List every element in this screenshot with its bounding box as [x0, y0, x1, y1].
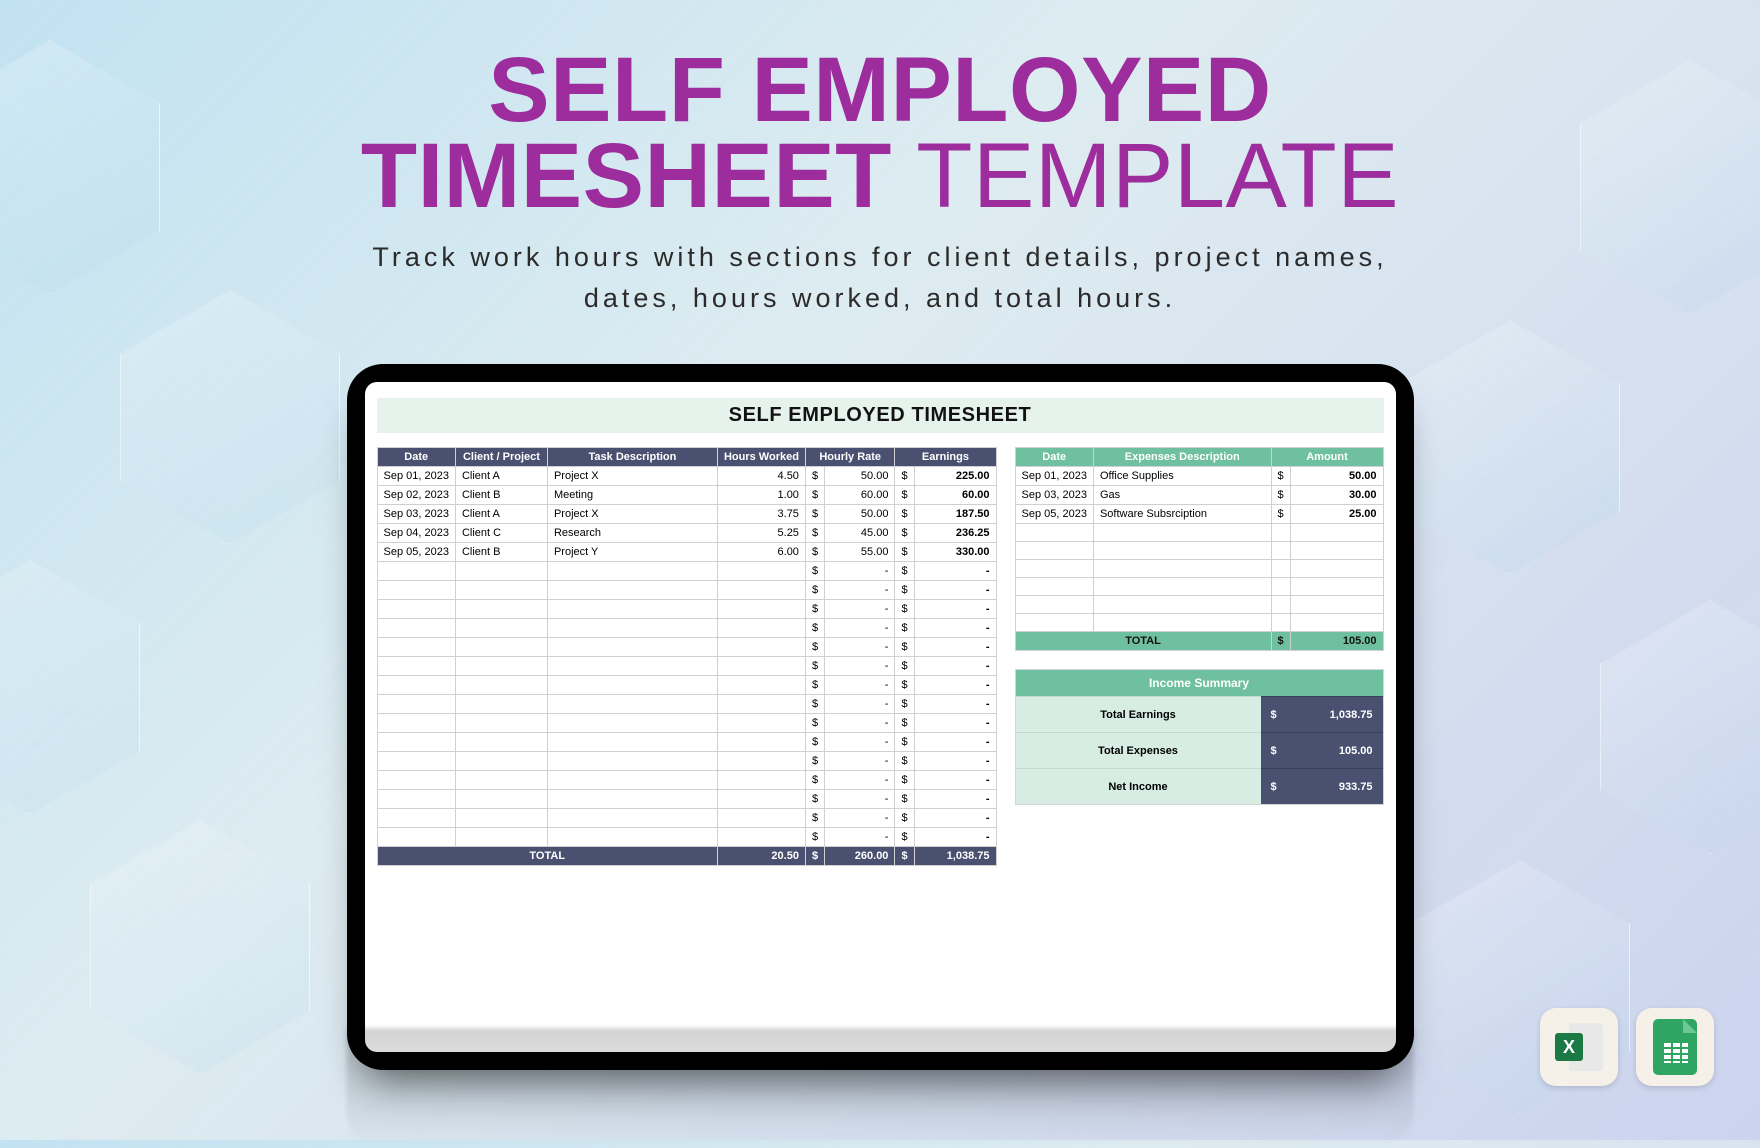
total-label: TOTAL — [377, 847, 717, 866]
table-row: $-$- — [377, 562, 996, 581]
col-hours: Hours Worked — [717, 448, 805, 467]
exp-total-label: TOTAL — [1015, 632, 1271, 651]
table-row: $-$- — [377, 733, 996, 752]
col-rate: Hourly Rate — [805, 448, 895, 467]
timesheet-total-row: TOTAL 20.50 $ 260.00 $ 1,038.75 — [377, 847, 996, 866]
total-earnings: 1,038.75 — [914, 847, 996, 866]
table-row: Sep 03, 2023Client AProject X3.75$50.00$… — [377, 505, 996, 524]
col-task: Task Description — [547, 448, 717, 467]
page-subtitle: Track work hours with sections for clien… — [0, 237, 1760, 318]
exp-total-value: 105.00 — [1290, 632, 1383, 651]
col-date: Date — [377, 448, 455, 467]
table-row: Sep 01, 2023Client AProject X4.50$50.00$… — [377, 467, 996, 486]
table-row: $-$- — [377, 638, 996, 657]
timesheet-table: Date Client / Project Task Description H… — [377, 447, 997, 866]
sheet-title: SELF EMPLOYED TIMESHEET — [377, 404, 1384, 427]
timesheet-header-row: Date Client / Project Task Description H… — [377, 448, 996, 467]
table-row: Sep 01, 2023Office Supplies$50.00 — [1015, 467, 1383, 486]
table-row: Sep 05, 2023Client BProject Y6.00$55.00$… — [377, 543, 996, 562]
summary-row: Total Expenses$105.00 — [1016, 732, 1383, 768]
table-row: $-$- — [377, 600, 996, 619]
page-title: SELF EMPLOYED TIMESHEET TEMPLATE — [0, 48, 1760, 219]
table-row: $-$- — [377, 619, 996, 638]
table-row: $-$- — [377, 752, 996, 771]
table-row: $-$- — [377, 695, 996, 714]
table-row: Sep 02, 2023Client BMeeting1.00$60.00$60… — [377, 486, 996, 505]
title-line2: TIMESHEET TEMPLATE — [0, 134, 1760, 220]
table-row: $-$- — [377, 714, 996, 733]
sheet-title-bar: SELF EMPLOYED TIMESHEET — [377, 398, 1384, 433]
total-hours: 20.50 — [717, 847, 805, 866]
app-icons: X — [1540, 1008, 1714, 1086]
tablet-screen: SELF EMPLOYED TIMESHEET Date Client / Pr… — [365, 382, 1396, 1052]
excel-icon: X — [1540, 1008, 1618, 1086]
table-row: $-$- — [377, 657, 996, 676]
summary-title: Income Summary — [1016, 670, 1383, 696]
expenses-table: Date Expenses Description Amount Sep 01,… — [1015, 447, 1384, 651]
table-row: $-$- — [377, 828, 996, 847]
table-row: $-$- — [377, 581, 996, 600]
table-row: $-$- — [377, 676, 996, 695]
summary-row: Net Income$933.75 — [1016, 768, 1383, 804]
expenses-panel: Date Expenses Description Amount Sep 01,… — [1015, 447, 1384, 866]
table-row: Sep 04, 2023Client CResearch5.25$45.00$2… — [377, 524, 996, 543]
table-row: Sep 03, 2023Gas$30.00 — [1015, 486, 1383, 505]
timesheet-panel: Date Client / Project Task Description H… — [377, 447, 997, 866]
total-rate: 260.00 — [825, 847, 895, 866]
col-exp-date: Date — [1015, 448, 1093, 467]
table-row: $-$- — [377, 771, 996, 790]
table-row — [1015, 524, 1383, 542]
col-exp-desc: Expenses Description — [1093, 448, 1271, 467]
expenses-total-row: TOTAL $ 105.00 — [1015, 632, 1383, 651]
income-summary: Income Summary Total Earnings$1,038.75To… — [1015, 669, 1384, 805]
table-row: $-$- — [377, 809, 996, 828]
col-exp-amount: Amount — [1271, 448, 1383, 467]
google-sheets-icon — [1636, 1008, 1714, 1086]
table-row — [1015, 614, 1383, 632]
table-row — [1015, 578, 1383, 596]
table-row: Sep 05, 2023Software Subsrciption$25.00 — [1015, 505, 1383, 524]
title-line1: SELF EMPLOYED — [0, 48, 1760, 134]
tablet-mockup: SELF EMPLOYED TIMESHEET Date Client / Pr… — [347, 364, 1414, 1070]
expenses-header-row: Date Expenses Description Amount — [1015, 448, 1383, 467]
table-row: $-$- — [377, 790, 996, 809]
table-row — [1015, 542, 1383, 560]
summary-row: Total Earnings$1,038.75 — [1016, 696, 1383, 732]
col-earnings: Earnings — [895, 448, 996, 467]
table-row — [1015, 596, 1383, 614]
tablet-reflection — [347, 1028, 1414, 1148]
col-client: Client / Project — [455, 448, 547, 467]
table-row — [1015, 560, 1383, 578]
